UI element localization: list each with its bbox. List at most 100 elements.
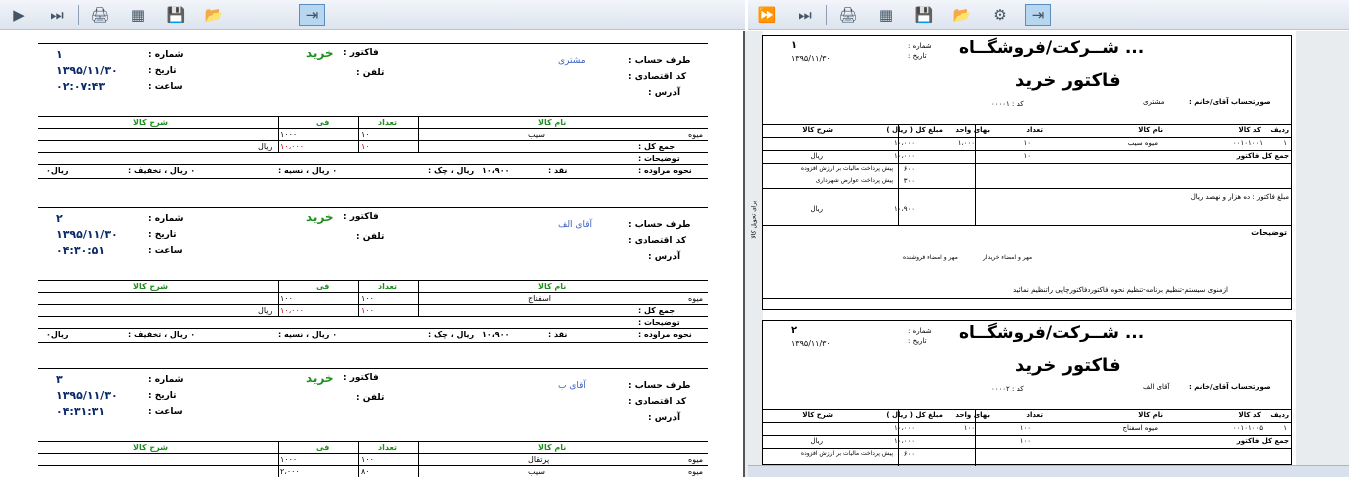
time-label: ساعت :	[148, 407, 183, 417]
econ-code-label: کد اقتصادی :	[628, 236, 687, 246]
rial-unit: ریال	[810, 205, 823, 213]
invoice-title: فاکتور خرید	[1015, 70, 1121, 91]
grand-total-row: جمع کل فاکتور ۱۰۰ ۱۰،۰۰۰ ریال	[763, 436, 1293, 448]
grand-total-label: جمع کل فاکتور	[1236, 437, 1289, 445]
invoice-code: کد : ۰۰۰۰۱	[991, 100, 1024, 108]
total-qty: ۱۰	[361, 142, 370, 151]
address-label: آدرس :	[648, 252, 681, 262]
calculator-icon[interactable]: ▦	[873, 4, 899, 26]
table-row: ۱۰۰۰ ۱۰۰ پرتقال میوه	[38, 453, 708, 465]
save-icon[interactable]: 💾	[163, 4, 189, 26]
vat-label: پیش پرداخت مالیات بر ارزش افزوده	[800, 450, 893, 457]
row-qty: ۸۰	[361, 467, 370, 476]
rial-unit: ریال	[810, 152, 823, 160]
last-page-icon[interactable]: ⏭	[792, 4, 818, 26]
invoice-number: ۲	[791, 325, 798, 336]
address-label: آدرس :	[648, 88, 681, 98]
seller-sign: مهر و امضاء فروشنده	[903, 254, 958, 261]
col-amount: مبلغ کل ( ریال )	[886, 411, 943, 419]
invoice-number: ۱	[791, 40, 798, 51]
invoice-time: ۰۴:۳۱:۳۱	[56, 405, 106, 418]
horizontal-scrollbar[interactable]	[748, 465, 1349, 477]
col-qty: تعداد	[378, 443, 397, 452]
invoice-date: ۱۳۹۵/۱۱/۳۰	[56, 389, 118, 402]
total-label: جمع کل :	[638, 306, 676, 315]
vat-label: پیش پرداخت مالیات بر ارزش افزوده	[800, 165, 893, 172]
invoice-date: ۱۳۹۵/۱۱/۳۰	[56, 64, 118, 77]
row-price: ۱۰۰	[280, 294, 293, 303]
buyer-sign: مهر و امضاء خریدار	[983, 254, 1033, 261]
grand-total-qty: ۱۰	[1023, 152, 1031, 160]
total-amount: ۱۰،۰۰۰	[280, 306, 305, 315]
row-price: ۱۰۰۰	[280, 130, 298, 139]
open-folder-icon[interactable]: 📂	[949, 4, 975, 26]
save-icon[interactable]: 💾	[911, 4, 937, 26]
row-price: ۱۰۰۰	[280, 455, 298, 464]
econ-code-label: کد اقتصادی :	[628, 397, 687, 407]
col-desc: شرح کالا	[133, 118, 169, 127]
account-label: طرف حساب :	[628, 381, 691, 391]
col-price: فی	[316, 443, 330, 452]
invoice-header: ۳ ۱۳۹۵/۱۱/۳۰ ۰۴:۳۱:۳۱ شماره : تاریخ : ساعت : خ…	[38, 369, 708, 441]
calculator-icon[interactable]: ▦	[125, 4, 151, 26]
export-icon[interactable]: ⇥	[1025, 3, 1051, 26]
row-unit: ۱،۰۰۰	[957, 139, 975, 147]
invoice-number: ۲	[56, 212, 63, 225]
date-label: تاریخ :	[908, 52, 927, 60]
vat-row: پیش پرداخت مالیات بر ارزش افزوده ۶۰۰	[763, 164, 1293, 176]
row-name: میوه اسفناج	[1122, 424, 1159, 432]
number-label: شماره :	[908, 327, 932, 335]
total-amount: ۱۰،۰۰۰	[280, 142, 305, 151]
invoice-header: ۱ ۱۳۹۵/۱۱/۳۰ ۰۲:۰۷:۴۳ شماره : تاریخ : ساعت : خ…	[38, 44, 708, 116]
left-invoice: ۱ ۱۳۹۵/۱۱/۳۰ ۰۲:۰۷:۴۳ شماره : تاریخ : ساعت : خ…	[38, 43, 708, 179]
phone-label: تلفن :	[356, 68, 385, 78]
col-qty: تعداد	[1026, 126, 1043, 134]
notes-label: توضیحات :	[638, 318, 680, 327]
col-name: نام کالا	[538, 443, 567, 452]
printer-icon[interactable]: 🖨	[87, 4, 113, 26]
export-icon[interactable]: ⇥	[299, 3, 325, 26]
fast-forward-icon[interactable]: ⏩	[754, 4, 780, 26]
date-label: تاریخ :	[148, 230, 177, 240]
table-row: ۱ ۰۰۱۰۱۰۰۵ میوه اسفناج ۱۰۰ ۱۰۰ ۱۰،۰۰۰	[763, 423, 1293, 435]
total-row: ریال ۱۰،۰۰۰ ۱۰ جمع کل :	[38, 140, 708, 152]
row-qty: ۱۰۰	[1019, 424, 1031, 432]
col-name: نام کالا	[1138, 126, 1163, 134]
row-qty: ۱۰	[361, 130, 370, 139]
toolbar-separator	[826, 4, 827, 25]
tools-icon[interactable]: ⚙	[987, 4, 1013, 26]
cash-label: نقد :	[548, 330, 568, 339]
col-price: فی	[316, 118, 330, 127]
invoice-time: ۰۲:۰۷:۴۳	[56, 80, 106, 93]
amount-in-words: مبلغ فاکتور : ده هزار و نهصد ریال	[1190, 193, 1289, 201]
account-label: طرف حساب :	[628, 56, 691, 66]
last-page-icon[interactable]: ⏭	[44, 4, 70, 26]
number-label: شماره :	[908, 42, 932, 50]
date-label: تاریخ :	[908, 337, 927, 345]
row-name: سیب	[528, 467, 545, 476]
check-label: ریال ، چک :	[428, 330, 475, 339]
notes-row: توضیحات :	[38, 152, 708, 164]
total-row: ریال ۱۰،۰۰۰ ۱۰۰ جمع کل :	[38, 304, 708, 316]
table-header: ردیف کد کالا نام کالا تعداد بهای واحد مب…	[763, 124, 1293, 137]
municipal-label: پیش پرداخت عوارض شهرداری	[815, 177, 893, 184]
footer-note: ازمنوی سیستم-تنظیم برنامه-تنظیم نحوه فاک…	[1013, 286, 1228, 294]
col-amount: مبلغ کل ( ریال )	[886, 126, 943, 134]
printer-icon[interactable]: 🖨	[835, 4, 861, 26]
time-label: ساعت :	[148, 82, 183, 92]
invoice-time: ۰۴:۳۰:۵۱	[56, 244, 106, 257]
items-header: شرح کالا فی تعداد نام کالا	[38, 441, 708, 453]
discount-value: ۰ریال	[46, 166, 69, 175]
number-label: شماره :	[148, 50, 184, 60]
rial-unit: ریال	[258, 306, 273, 315]
left-report-page: ۱ ۱۳۹۵/۱۱/۳۰ ۰۲:۰۷:۴۳ شماره : تاریخ : ساعت : خ…	[0, 31, 745, 477]
account-name: مشتری	[558, 56, 586, 66]
discount-value: ۰ریال	[46, 330, 69, 339]
row-code: ۰۰۱۰۱۰۰۱	[1232, 139, 1263, 147]
open-folder-icon[interactable]: 📂	[201, 4, 227, 26]
next-page-icon[interactable]: ▶	[6, 4, 32, 26]
row-qty: ۱۰	[1023, 139, 1031, 147]
econ-code-label: کد اقتصادی :	[628, 72, 687, 82]
right-invoice-2: ۲ ۱۳۹۵/۱۱/۳۰ شماره : تاریخ : ... شــرکت/…	[762, 320, 1293, 466]
col-desc: شرح کالا	[802, 411, 833, 419]
